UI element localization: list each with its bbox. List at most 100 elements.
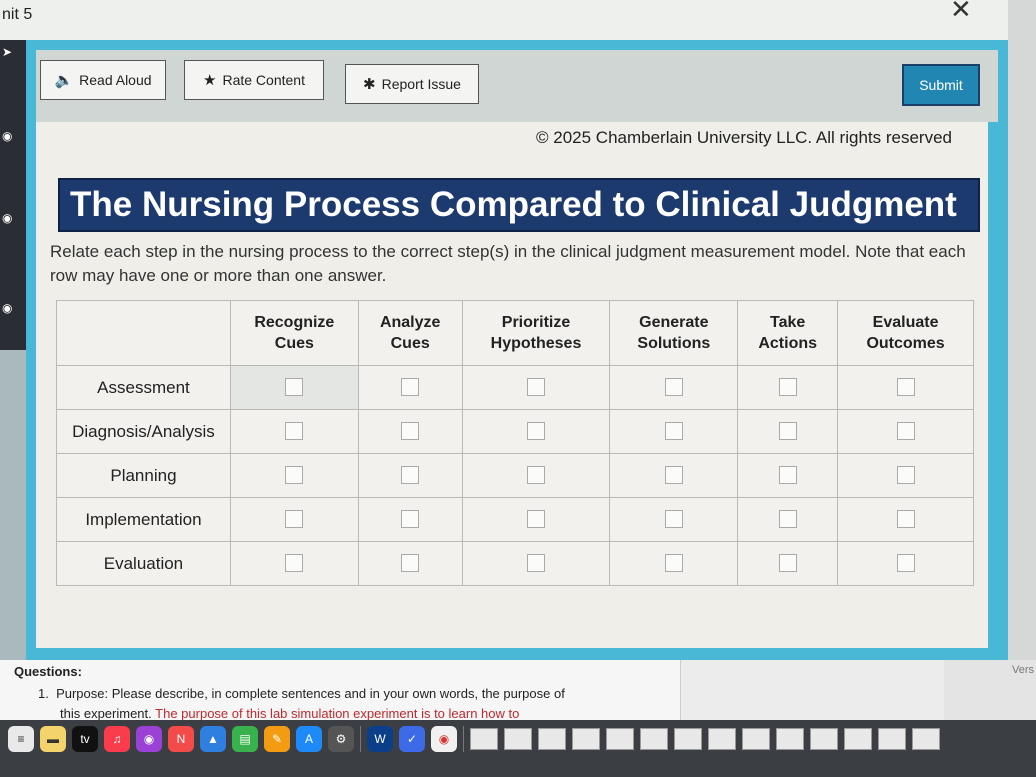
answer-checkbox[interactable]: [778, 422, 797, 441]
tv-icon[interactable]: tv: [72, 726, 98, 752]
document-thumbnail-icon[interactable]: [538, 728, 566, 750]
column-header-line1: Prioritize: [501, 314, 571, 331]
answer-checkbox[interactable]: [285, 422, 304, 441]
answer-checkbox[interactable]: [778, 466, 797, 485]
document-thumbnail-icon[interactable]: [708, 728, 736, 750]
pages-icon[interactable]: ✎: [264, 726, 290, 752]
answer-checkbox[interactable]: [527, 554, 546, 573]
answer-checkbox[interactable]: [285, 510, 304, 529]
document-thumbnail-icon[interactable]: [844, 728, 872, 750]
answer-checkbox[interactable]: [778, 554, 797, 573]
question-text: this experiment.: [60, 706, 152, 721]
answer-cell: [357, 541, 463, 586]
nav-arrow-icon[interactable]: ➤: [2, 46, 14, 58]
answer-checkbox[interactable]: [285, 466, 304, 485]
question-text: Purpose: Please describe, in complete se…: [56, 686, 565, 701]
grid-row: Assessment: [56, 365, 974, 410]
notes-icon[interactable]: ▬: [40, 726, 66, 752]
document-thumbnail-icon[interactable]: [810, 728, 838, 750]
question-1: 1. Purpose: Please describe, in complete…: [38, 686, 565, 701]
answer-checkbox[interactable]: [401, 378, 420, 397]
reminders-icon[interactable]: ≡: [8, 726, 34, 752]
podcasts-icon[interactable]: ◉: [136, 726, 162, 752]
answer-checkbox[interactable]: [664, 378, 683, 397]
answer-cell: [609, 541, 739, 586]
dock-separator: [360, 726, 361, 752]
answer-checkbox[interactable]: [896, 422, 915, 441]
column-header: Take Actions: [737, 300, 839, 366]
answer-checkbox[interactable]: [664, 422, 683, 441]
answer-cell: [609, 453, 739, 498]
answer-checkbox[interactable]: [401, 510, 420, 529]
document-thumbnail-icon[interactable]: [674, 728, 702, 750]
document-thumbnail-icon[interactable]: [912, 728, 940, 750]
eye-icon[interactable]: ◉: [2, 212, 14, 224]
news-icon[interactable]: N: [168, 726, 194, 752]
answer-cell: [837, 365, 974, 410]
answer-checkbox[interactable]: [527, 378, 546, 397]
eye-icon[interactable]: ◉: [2, 130, 14, 142]
answer-checkbox[interactable]: [527, 466, 546, 485]
answer-cell: [737, 409, 839, 454]
column-header: Generate Solutions: [609, 300, 739, 366]
answer-checkbox[interactable]: [896, 466, 915, 485]
document-thumbnail-icon[interactable]: [572, 728, 600, 750]
document-thumbnail-icon[interactable]: [878, 728, 906, 750]
tasks-icon[interactable]: ✓: [399, 726, 425, 752]
document-thumbnail-icon[interactable]: [504, 728, 532, 750]
right-edge: [1008, 0, 1036, 660]
document-thumbnail-icon[interactable]: [606, 728, 634, 750]
music-icon[interactable]: ♫: [104, 726, 130, 752]
answer-checkbox[interactable]: [896, 510, 915, 529]
report-issue-button[interactable]: ✱ Report Issue: [345, 64, 479, 104]
eye-icon[interactable]: ◉: [2, 302, 14, 314]
answer-checkbox[interactable]: [401, 466, 420, 485]
rate-content-label: Rate Content: [222, 72, 305, 88]
webex-icon[interactable]: W: [367, 726, 393, 752]
answer-cell: [737, 497, 839, 542]
answer-checkbox[interactable]: [664, 466, 683, 485]
answer-cell: [229, 409, 359, 454]
background-document: Questions: 1. Purpose: Please describe, …: [0, 660, 1036, 721]
document-thumbnail-icon[interactable]: [470, 728, 498, 750]
answer-cell: [837, 541, 974, 586]
numbers-icon[interactable]: ▤: [232, 726, 258, 752]
document-thumbnail-icon[interactable]: [742, 728, 770, 750]
question-1-continued: this experiment. The purpose of this lab…: [60, 706, 519, 721]
answer-checkbox[interactable]: [401, 422, 420, 441]
rate-content-button[interactable]: ★ Rate Content: [184, 60, 324, 100]
answer-cell: [837, 497, 974, 542]
answer-checkbox[interactable]: [285, 554, 304, 573]
column-header-line2: Hypotheses: [490, 335, 582, 352]
app-store-icon[interactable]: A: [296, 726, 322, 752]
chrome-icon[interactable]: ◉: [431, 726, 457, 752]
grid-row: Diagnosis/Analysis: [56, 409, 974, 454]
submit-button[interactable]: Submit: [902, 64, 980, 106]
answer-checkbox[interactable]: [664, 510, 683, 529]
read-aloud-button[interactable]: 🔈 Read Aloud: [40, 60, 166, 100]
row-label: Implementation: [56, 497, 231, 542]
answer-checkbox[interactable]: [527, 510, 546, 529]
version-label: Vers: [1012, 664, 1035, 676]
answer-checkbox[interactable]: [285, 378, 304, 397]
document-thumbnail-icon[interactable]: [776, 728, 804, 750]
page-title: The Nursing Process Compared to Clinical…: [58, 178, 980, 232]
keynote-icon[interactable]: ▲: [200, 726, 226, 752]
column-header: Recognize Cues: [229, 300, 359, 366]
answer-checkbox[interactable]: [664, 554, 683, 573]
answer-checkbox[interactable]: [401, 554, 420, 573]
close-icon[interactable]: ✕: [950, 0, 972, 25]
answer-cell: [229, 497, 359, 542]
system-settings-icon[interactable]: ⚙: [328, 726, 354, 752]
answer-cell: [461, 541, 611, 586]
answer-checkbox[interactable]: [527, 422, 546, 441]
column-header-line1: Recognize: [254, 314, 335, 331]
answer-checkbox[interactable]: [778, 378, 797, 397]
answer-checkbox[interactable]: [778, 510, 797, 529]
answer-checkbox[interactable]: [896, 378, 915, 397]
row-label: Evaluation: [56, 541, 231, 586]
answer-checkbox[interactable]: [896, 554, 915, 573]
row-label: Planning: [56, 453, 231, 498]
document-thumbnail-icon[interactable]: [640, 728, 668, 750]
answer-cell: [737, 453, 839, 498]
